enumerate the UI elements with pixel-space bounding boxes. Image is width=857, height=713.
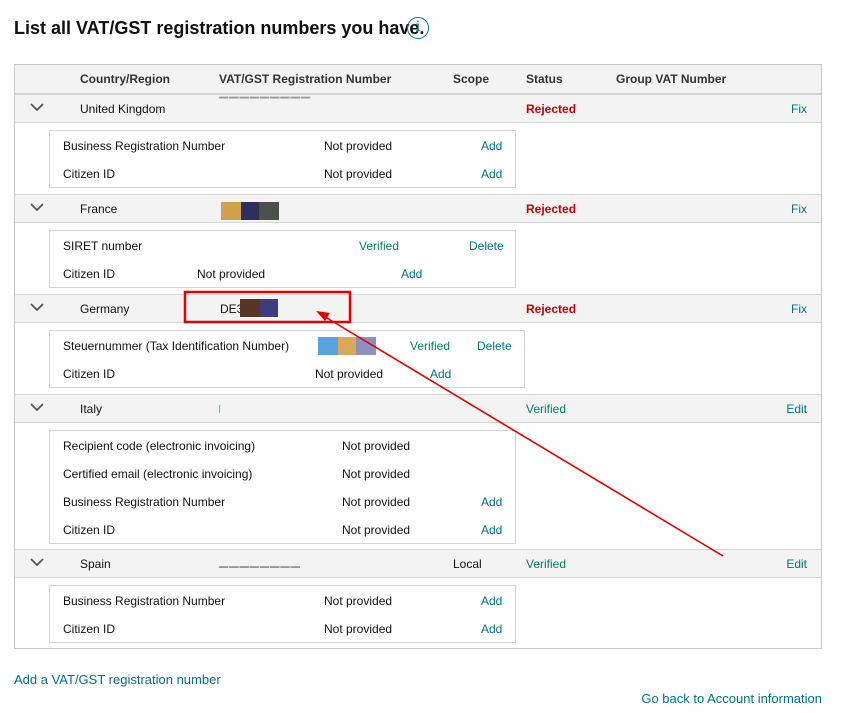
detail-label: Steuernummer (Tax Identification Number) [63, 339, 290, 353]
detail-row: Citizen ID Not provided Add [50, 260, 515, 288]
detail-row: Recipient code (electronic invoicing) No… [50, 432, 515, 460]
header-group-vat: Group VAT Number [616, 72, 727, 86]
add-link[interactable]: Add [481, 594, 502, 608]
detail-value: Not provided [324, 594, 393, 608]
status-badge: Rejected [526, 202, 577, 216]
detail-row: Citizen ID Not provided Add [50, 360, 524, 388]
detail-row: SIRET number Verified Delete [50, 232, 515, 260]
detail-value: Not provided [342, 439, 411, 453]
details-panel-germany: Steuernummer (Tax Identification Number)… [49, 330, 525, 388]
detail-label: Business Registration Number [63, 139, 226, 153]
detail-row: Certified email (electronic invoicing) N… [50, 460, 515, 488]
detail-row: Business Registration Number Not provide… [50, 488, 515, 516]
fix-link[interactable]: Fix [791, 302, 807, 316]
detail-row: Citizen ID Not provided Add [50, 160, 515, 188]
detail-label: Citizen ID [63, 267, 116, 281]
edit-link[interactable]: Edit [786, 402, 807, 416]
detail-value: Not provided [197, 267, 266, 281]
redacted-block [219, 405, 220, 413]
country-name: United Kingdom [80, 102, 166, 116]
add-link[interactable]: Add [481, 523, 502, 537]
redacted-block [240, 299, 260, 317]
redacted-block [356, 337, 376, 355]
vat-registration-table: Country/Region VAT/GST Registration Numb… [14, 64, 822, 649]
details-panel-spain: Business Registration Number Not provide… [49, 585, 516, 643]
redacted-block [338, 337, 356, 355]
add-link[interactable]: Add [481, 139, 502, 153]
fix-link[interactable]: Fix [791, 102, 807, 116]
detail-label: Recipient code (electronic invoicing) [63, 439, 256, 453]
chevron-down-icon[interactable] [29, 200, 45, 214]
header-scope: Scope [453, 72, 490, 86]
redacted-block [260, 299, 278, 317]
country-name: France [80, 202, 118, 216]
details-panel-france: SIRET number Verified Delete Citizen ID … [49, 230, 516, 288]
edit-link[interactable]: Edit [786, 557, 807, 571]
detail-row: Citizen ID Not provided Add [50, 516, 515, 544]
scope-value: Local [453, 557, 482, 571]
redacted-block [241, 202, 259, 220]
header-vat-number: VAT/GST Registration Number [219, 72, 392, 86]
redacted-block [221, 202, 241, 220]
country-row-germany: Germany DE3 Rejected Fix [15, 294, 821, 323]
detail-value: Not provided [324, 167, 393, 181]
add-vat-number-link[interactable]: Add a VAT/GST registration number [14, 672, 221, 687]
details-panel-uk: Business Registration Number Not provide… [49, 130, 516, 188]
detail-value: Not provided [324, 139, 393, 153]
detail-value: Not provided [342, 523, 411, 537]
add-link[interactable]: Add [430, 367, 451, 381]
page-title: List all VAT/GST registration numbers yo… [14, 18, 425, 38]
redacted-block [259, 202, 279, 220]
details-panel-italy: Recipient code (electronic invoicing) No… [49, 430, 516, 544]
detail-label: Citizen ID [63, 622, 116, 636]
chevron-down-icon[interactable] [29, 100, 45, 114]
status-badge: Verified [526, 557, 567, 571]
header-country: Country/Region [80, 72, 170, 86]
detail-value: Not provided [324, 622, 393, 636]
vat-number-redacted: ▔▔▔▔▔▔▔▔▔ [219, 97, 312, 111]
detail-row: Business Registration Number Not provide… [50, 132, 515, 160]
country-row-uk: United Kingdom ▔▔▔▔▔▔▔▔▔ Rejected Fix [15, 94, 821, 123]
redacted-block [318, 337, 338, 355]
table-header-row: Country/Region VAT/GST Registration Numb… [15, 65, 821, 94]
detail-row: Steuernummer (Tax Identification Number)… [50, 332, 524, 360]
detail-value: Verified [410, 339, 451, 353]
add-link[interactable]: Add [481, 495, 502, 509]
vat-number-redacted: ▁▁▁▁▁▁▁▁ [219, 554, 301, 568]
status-badge: Rejected [526, 102, 577, 116]
country-row-spain: Spain ▁▁▁▁▁▁▁▁ Local Verified Edit [15, 549, 821, 578]
delete-link[interactable]: Delete [469, 239, 504, 253]
status-badge: Verified [526, 402, 567, 416]
detail-label: Citizen ID [63, 523, 116, 537]
detail-row: Citizen ID Not provided Add [50, 615, 515, 643]
country-row-italy: Italy Verified Edit [15, 394, 821, 423]
detail-label: SIRET number [63, 239, 143, 253]
detail-value: Verified [359, 239, 400, 253]
detail-label: Business Registration Number [63, 594, 226, 608]
detail-value: Not provided [315, 367, 384, 381]
country-name: Spain [80, 557, 111, 571]
chevron-down-icon[interactable] [29, 300, 45, 314]
back-to-account-link[interactable]: Go back to Account information [641, 691, 822, 706]
detail-row: Business Registration Number Not provide… [50, 587, 515, 615]
header-status: Status [526, 72, 563, 86]
detail-value: Not provided [342, 495, 411, 509]
country-name: Germany [80, 302, 130, 316]
detail-label: Citizen ID [63, 367, 116, 381]
add-link[interactable]: Add [481, 622, 502, 636]
info-icon[interactable]: i [407, 17, 429, 39]
add-link[interactable]: Add [401, 267, 422, 281]
delete-link[interactable]: Delete [477, 339, 512, 353]
fix-link[interactable]: Fix [791, 202, 807, 216]
add-link[interactable]: Add [481, 167, 502, 181]
detail-label: Certified email (electronic invoicing) [63, 467, 253, 481]
country-name: Italy [80, 402, 103, 416]
chevron-down-icon[interactable] [29, 555, 45, 569]
chevron-down-icon[interactable] [29, 400, 45, 414]
detail-label: Citizen ID [63, 167, 116, 181]
detail-value: Not provided [342, 467, 411, 481]
detail-label: Business Registration Number [63, 495, 226, 509]
status-badge: Rejected [526, 302, 577, 316]
country-row-france: France Rejected Fix [15, 194, 821, 223]
